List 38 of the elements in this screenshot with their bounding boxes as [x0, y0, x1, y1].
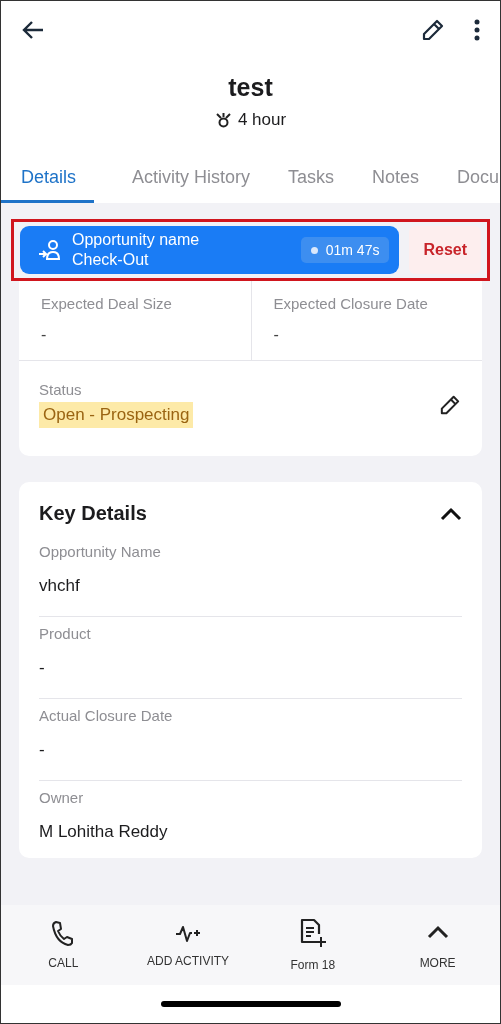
chevron-up-icon[interactable]: [440, 506, 462, 521]
tab[interactable]: Docu: [457, 166, 500, 203]
document-plus-icon: [298, 918, 327, 948]
pencil-icon[interactable]: [440, 394, 460, 415]
field-label: Expected Deal Size: [41, 295, 173, 312]
action-button[interactable]: ADD ACTIVITY: [125, 921, 251, 969]
reset-button[interactable]: Reset: [409, 226, 481, 274]
field-label: Owner: [39, 789, 85, 806]
field-value: M Lohitha Reddy: [39, 822, 169, 842]
field-value: -: [39, 658, 46, 678]
duration-text: 4 hour: [237, 110, 287, 130]
action-button[interactable]: Form 18: [250, 917, 376, 973]
field-value: -: [39, 740, 46, 760]
record-title: test: [227, 73, 274, 102]
field-value: -: [273, 326, 280, 344]
timer-badge: 01m 47s: [300, 237, 390, 263]
back-icon[interactable]: [21, 20, 45, 40]
field-label: Opportunity Name: [39, 543, 162, 560]
phone-icon: [51, 920, 76, 946]
section-title: Key Details: [39, 502, 148, 525]
tab[interactable]: Notes: [372, 166, 420, 203]
check-out-label: Opportunity name Check-Out: [72, 230, 201, 270]
field-label: Product: [39, 625, 92, 642]
field-value: vhchf: [39, 576, 81, 596]
more-icon[interactable]: [474, 19, 480, 41]
pencil-icon[interactable]: [422, 19, 444, 41]
field-label: Status: [39, 381, 83, 398]
person-arrow-icon: [38, 238, 62, 262]
check-out-button[interactable]: Opportunity name Check-Out 01m 47s: [20, 226, 400, 274]
action-button[interactable]: CALL: [1, 919, 126, 971]
field-label: Actual Closure Date: [39, 707, 174, 724]
field-value: -: [41, 326, 48, 344]
stage-icon: [214, 111, 232, 129]
tab[interactable]: Activity History: [132, 166, 251, 203]
status-tag: Open - Prospecting: [39, 402, 194, 428]
field-label: Expected Closure Date: [273, 295, 429, 312]
tab[interactable]: Tasks: [288, 166, 335, 203]
action-button[interactable]: MORE: [375, 919, 500, 971]
